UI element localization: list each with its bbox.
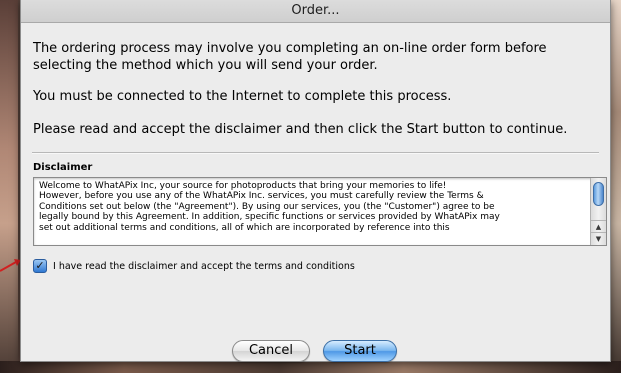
scrollbar-thumb[interactable] (593, 182, 604, 206)
order-dialog: Order... The ordering process may involv… (20, 0, 611, 362)
instruction-ordering-process: The ordering process may involve you com… (33, 41, 547, 73)
start-button[interactable]: Start (323, 340, 397, 362)
instruction-accept-disclaimer: Please read and accept the disclaimer an… (33, 122, 568, 137)
annotation-arrow-icon (0, 259, 21, 272)
divider (32, 152, 599, 154)
background-left-edge (0, 0, 18, 373)
disclaimer-label: Disclaimer (33, 162, 93, 173)
cancel-button[interactable]: Cancel (232, 340, 310, 362)
background-bottom-edge (0, 361, 621, 373)
instruction-internet-required: You must be connected to the Internet to… (33, 89, 452, 104)
scroll-down-icon[interactable]: ▼ (591, 232, 606, 245)
accept-terms-label: I have read the disclaimer and accept th… (53, 260, 355, 272)
disclaimer-textarea[interactable]: Welcome to WhatAPix Inc, your source for… (33, 177, 607, 246)
dialog-title: Order... (21, 0, 610, 23)
accept-terms-row[interactable]: ✓ I have read the disclaimer and accept … (33, 258, 355, 274)
disclaimer-scrollbar[interactable]: ▲ ▼ (590, 178, 606, 245)
disclaimer-text: Welcome to WhatAPix Inc, your source for… (39, 181, 500, 233)
checkmark-icon: ✓ (35, 259, 45, 272)
accept-terms-checkbox[interactable]: ✓ (33, 259, 47, 273)
